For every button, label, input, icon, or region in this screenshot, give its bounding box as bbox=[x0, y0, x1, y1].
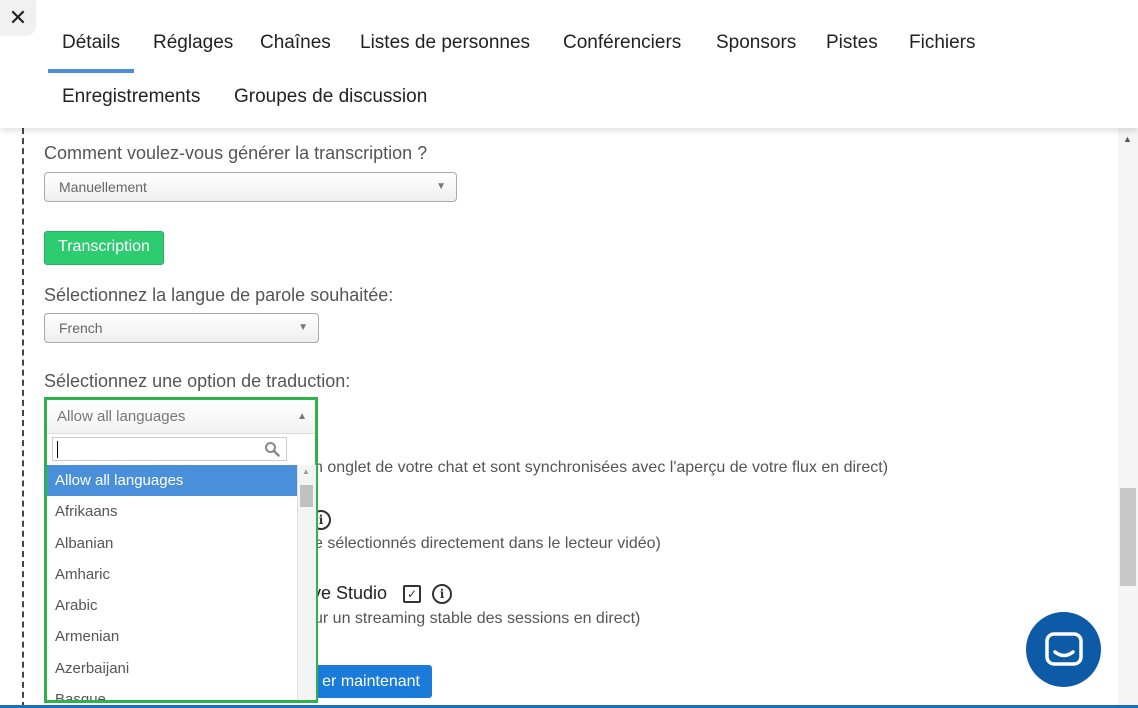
tab-speakers[interactable]: Conférenciers bbox=[563, 32, 681, 54]
main-content: Comment voulez-vous générer la transcrip… bbox=[0, 128, 1118, 708]
tab-recordings[interactable]: Enregistrements bbox=[62, 86, 200, 108]
tab-details[interactable]: Détails bbox=[62, 32, 120, 54]
translation-dropdown[interactable]: Allow all languages ▲ Allow all language… bbox=[44, 397, 318, 703]
transcription-button[interactable]: Transcription bbox=[44, 231, 164, 265]
tab-files[interactable]: Fichiers bbox=[909, 32, 976, 54]
tab-sponsors[interactable]: Sponsors bbox=[716, 32, 796, 54]
tab-people-lists[interactable]: Listes de personnes bbox=[360, 32, 530, 54]
transcription-question: Comment voulez-vous générer la transcrip… bbox=[44, 143, 428, 163]
tabs-header: Détails Réglages Chaînes Listes de perso… bbox=[0, 0, 1138, 128]
close-icon: ✕ bbox=[8, 5, 28, 31]
tab-discussion-groups[interactable]: Groupes de discussion bbox=[234, 86, 427, 108]
close-button[interactable]: ✕ bbox=[0, 0, 36, 36]
dropdown-search-input[interactable] bbox=[52, 437, 287, 461]
language-question: Sélectionnez la langue de parole souhait… bbox=[44, 285, 394, 305]
dashed-divider bbox=[22, 128, 24, 708]
text-caret bbox=[57, 441, 58, 458]
page-scrollbar[interactable]: ▲ bbox=[1118, 128, 1138, 708]
chevron-down-icon: ▼ bbox=[298, 322, 308, 333]
tab-channels[interactable]: Chaînes bbox=[260, 32, 331, 54]
translation-select[interactable]: Allow all languages ▲ bbox=[47, 400, 315, 434]
dropdown-option[interactable]: Afrikaans bbox=[47, 496, 297, 527]
chat-launcher-button[interactable] bbox=[1026, 612, 1101, 687]
scrollbar-thumb[interactable] bbox=[1120, 488, 1136, 586]
transcription-method-value: Manuellement bbox=[59, 179, 147, 195]
action-now-button[interactable]: er maintenant bbox=[300, 665, 432, 698]
dropdown-options-list: Allow all languages Afrikaans Albanian A… bbox=[47, 465, 297, 700]
transcription-method-select[interactable]: Manuellement ▼ bbox=[44, 172, 457, 202]
translation-value: Allow all languages bbox=[57, 408, 186, 425]
tab-tracks[interactable]: Pistes bbox=[826, 32, 878, 54]
dropdown-option[interactable]: Azerbaijani bbox=[47, 653, 297, 684]
studio-option-title: ve Studio bbox=[312, 583, 388, 603]
video-player-description: e sélectionnés directement dans le lecte… bbox=[314, 535, 661, 552]
dropdown-option[interactable]: Amharic bbox=[47, 559, 297, 590]
streaming-description: ur un streaming stable des sessions en d… bbox=[314, 610, 641, 627]
dropdown-option[interactable]: Armenian bbox=[47, 621, 297, 652]
chat-tab-description: n onglet de votre chat et sont synchroni… bbox=[314, 459, 889, 476]
translation-question: Sélectionnez une option de traduction: bbox=[44, 371, 351, 391]
info-icon[interactable]: i bbox=[432, 584, 452, 604]
dropdown-option[interactable]: Basque bbox=[47, 684, 297, 700]
language-select[interactable]: French ▼ bbox=[44, 313, 319, 343]
scrollbar-thumb[interactable] bbox=[300, 485, 313, 507]
dropdown-option[interactable]: Allow all languages bbox=[47, 465, 297, 497]
tab-settings[interactable]: Réglages bbox=[153, 32, 233, 54]
checkbox-checked-icon[interactable]: ✓ bbox=[403, 585, 421, 603]
chat-icon bbox=[1044, 631, 1083, 666]
chevron-up-icon: ▲ bbox=[297, 411, 307, 422]
language-value: French bbox=[59, 320, 103, 336]
scroll-up-icon[interactable]: ▲ bbox=[302, 467, 310, 476]
active-tab-indicator bbox=[48, 69, 134, 73]
dropdown-option[interactable]: Albanian bbox=[47, 528, 297, 559]
scroll-up-icon[interactable]: ▲ bbox=[1123, 134, 1132, 144]
dropdown-scrollbar[interactable]: ▲ bbox=[297, 465, 316, 700]
search-icon bbox=[265, 442, 280, 457]
chevron-down-icon: ▼ bbox=[436, 181, 446, 192]
dropdown-option[interactable]: Arabic bbox=[47, 590, 297, 621]
